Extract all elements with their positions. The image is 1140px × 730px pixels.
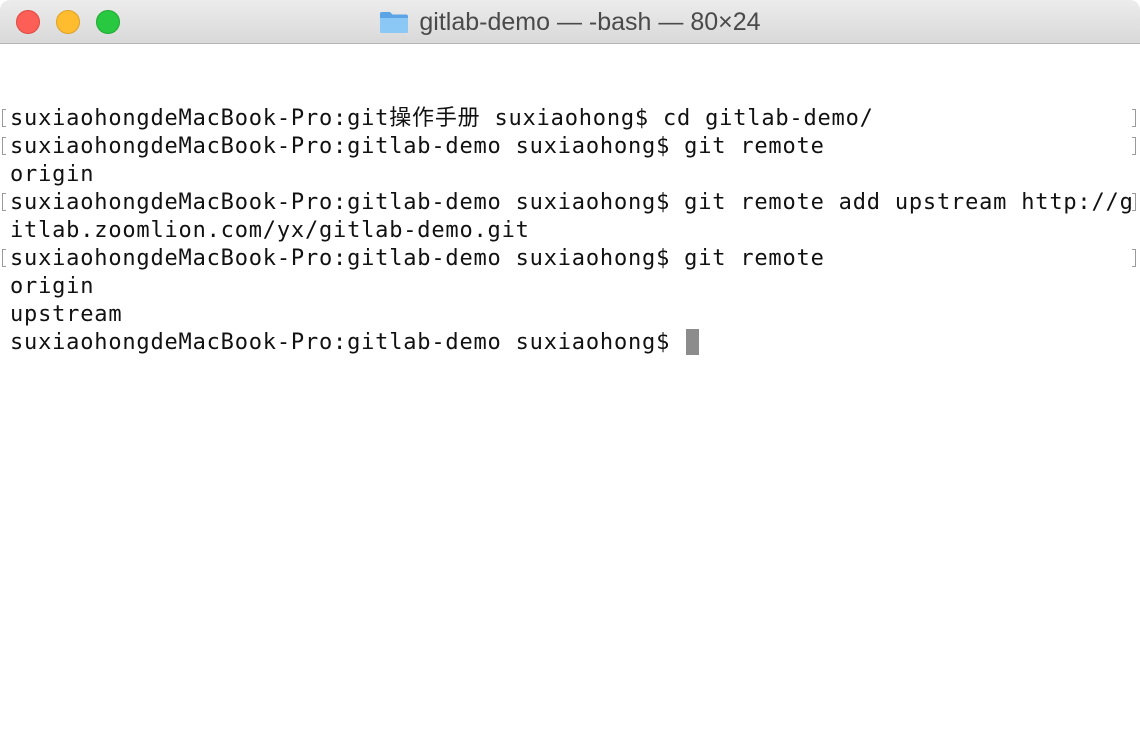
line-text: origin [10,274,95,299]
line-mark-left [2,249,6,267]
window-title: gitlab-demo — -bash — 80×24 [419,7,761,36]
line-text: upstream [10,302,123,327]
line-text: suxiaohongdeMacBook-Pro:gitlab-demo suxi… [10,246,825,271]
line-mark-right [1132,137,1136,155]
line-text: suxiaohongdeMacBook-Pro:gitlab-demo suxi… [10,190,1134,215]
text-cursor [686,329,700,355]
terminal-window: gitlab-demo — -bash — 80×24 suxiaohongde… [0,0,1140,730]
terminal-content[interactable]: suxiaohongdeMacBook-Pro:git操作手册 suxiaoho… [0,44,1140,730]
terminal-line: suxiaohongdeMacBook-Pro:gitlab-demo suxi… [0,133,1140,161]
terminal-line: suxiaohongdeMacBook-Pro:gitlab-demo suxi… [0,245,1140,273]
line-mark-right [1132,249,1136,267]
terminal-line: itlab.zoomlion.com/yx/gitlab-demo.git [0,217,1140,245]
line-mark-left [2,137,6,155]
line-mark-left [2,109,6,127]
line-text: origin [10,162,95,187]
prompt-text-container: suxiaohongdeMacBook-Pro:gitlab-demo suxi… [10,329,700,357]
terminal-lines: suxiaohongdeMacBook-Pro:git操作手册 suxiaoho… [0,105,1140,357]
line-text: suxiaohongdeMacBook-Pro:gitlab-demo suxi… [10,134,825,159]
window-title-container: gitlab-demo — -bash — 80×24 [0,0,1140,44]
line-text: suxiaohongdeMacBook-Pro:git操作手册 suxiaoho… [10,106,874,131]
line-text: itlab.zoomlion.com/yx/gitlab-demo.git [10,218,530,243]
prompt-text: suxiaohongdeMacBook-Pro:gitlab-demo suxi… [10,330,685,355]
terminal-line: suxiaohongdeMacBook-Pro:gitlab-demo suxi… [0,189,1140,217]
terminal-line: origin [0,161,1140,189]
terminal-line: upstream [0,301,1140,329]
line-mark-left [2,193,6,211]
terminal-prompt-line[interactable]: suxiaohongdeMacBook-Pro:gitlab-demo suxi… [0,329,1140,357]
line-mark-right [1132,193,1136,211]
terminal-line: origin [0,273,1140,301]
title-bar[interactable]: gitlab-demo — -bash — 80×24 [0,0,1140,44]
folder-icon [380,12,409,33]
line-mark-right [1132,109,1136,127]
terminal-line: suxiaohongdeMacBook-Pro:git操作手册 suxiaoho… [0,105,1140,133]
